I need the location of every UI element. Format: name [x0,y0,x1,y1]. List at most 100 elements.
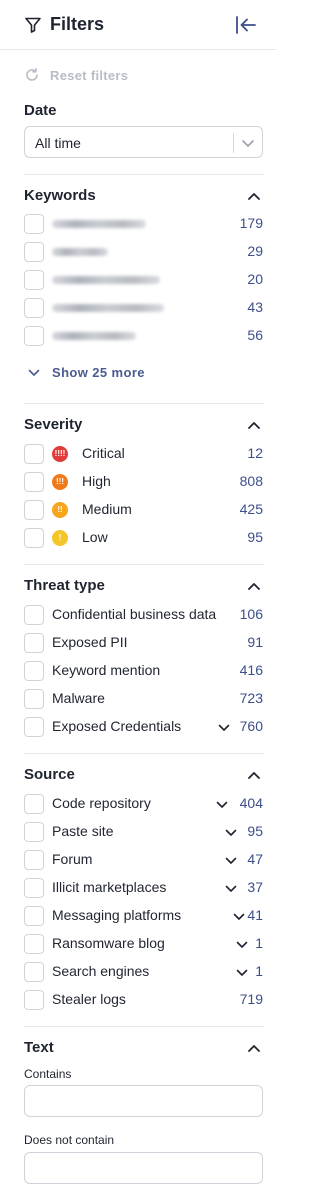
refresh-icon [26,68,38,81]
chevron-down-icon[interactable] [233,913,245,921]
does-not-contain-label: Does not contain [24,1133,115,1147]
redacted-keyword [52,304,164,312]
show-more-keywords-button[interactable]: Show 25 more [28,365,145,380]
chevron-up-icon[interactable] [247,1043,261,1053]
threat-type-row[interactable]: Malware 723 [24,688,264,710]
keyword-row[interactable]: 43 [24,297,264,319]
source-count: 1 [255,963,263,979]
source-section-title: Source [24,766,75,783]
severity-row-low[interactable]: ! Low 95 [24,527,264,549]
chevron-down-icon [242,140,254,147]
threat-type-row[interactable]: Exposed PII 91 [24,632,264,654]
checkbox[interactable] [24,605,44,625]
source-row[interactable]: Paste site 95 [24,821,264,843]
checkbox[interactable] [24,850,44,870]
checkbox[interactable] [24,717,44,737]
keyword-row[interactable]: 179 [24,213,264,235]
threat-type-row[interactable]: Exposed Credentials 760 [24,716,264,738]
critical-severity-icon: !!!! [52,446,68,462]
source-count: 37 [247,879,263,895]
checkbox[interactable] [24,444,44,464]
checkbox[interactable] [24,472,44,492]
source-label: Messaging platforms [52,907,182,923]
source-row[interactable]: Ransomware blog 1 [24,933,264,955]
filters-header: Filters [0,0,276,50]
chevron-down-icon[interactable] [225,829,237,837]
checkbox[interactable] [24,298,44,318]
checkbox[interactable] [24,794,44,814]
checkbox[interactable] [24,990,44,1010]
checkbox[interactable] [24,962,44,982]
severity-label: Medium [82,501,132,517]
redacted-keyword [52,276,160,284]
divider [24,1026,264,1027]
divider [24,174,264,175]
chevron-down-icon[interactable] [225,857,237,865]
severity-row-medium[interactable]: !! Medium 425 [24,499,264,521]
checkbox[interactable] [24,500,44,520]
severity-label: High [82,473,111,489]
checkbox[interactable] [24,270,44,290]
date-select-value: All time [35,135,81,151]
chevron-up-icon[interactable] [247,770,261,780]
chevron-down-icon [28,369,40,376]
low-severity-icon: ! [52,530,68,546]
chevron-up-icon[interactable] [247,581,261,591]
chevron-down-icon[interactable] [225,885,237,893]
chevron-up-icon[interactable] [247,420,261,430]
collapse-left-icon[interactable] [234,13,258,37]
checkbox[interactable] [24,326,44,346]
checkbox[interactable] [24,528,44,548]
checkbox[interactable] [24,878,44,898]
checkbox[interactable] [24,822,44,842]
source-row[interactable]: Code repository 404 [24,793,264,815]
divider [24,403,264,404]
checkbox[interactable] [24,906,44,926]
threat-type-count: 106 [239,606,263,622]
threat-type-label: Confidential business data [52,606,217,622]
checkbox[interactable] [24,214,44,234]
keyword-row[interactable]: 29 [24,241,264,263]
threat-type-count: 723 [239,690,263,706]
threat-type-label: Malware [52,690,105,706]
source-row[interactable]: Illicit marketplaces 37 [24,877,264,899]
source-row[interactable]: Messaging platforms 41 [24,905,264,927]
chevron-down-icon[interactable] [216,801,228,809]
source-label: Ransomware blog [52,935,165,951]
does-not-contain-input[interactable] [24,1152,263,1184]
contains-input[interactable] [24,1085,263,1117]
source-count: 95 [247,823,263,839]
contains-label: Contains [24,1067,72,1081]
source-count: 47 [247,851,263,867]
chevron-down-icon[interactable] [236,969,248,977]
chevron-up-icon[interactable] [247,191,261,201]
severity-count: 425 [239,501,263,517]
chevron-down-icon[interactable] [218,724,230,732]
checkbox[interactable] [24,689,44,709]
source-row[interactable]: Search engines 1 [24,961,264,983]
medium-severity-icon: !! [52,502,68,518]
source-count: 719 [239,991,263,1007]
checkbox[interactable] [24,242,44,262]
checkbox[interactable] [24,661,44,681]
source-row[interactable]: Forum 47 [24,849,264,871]
keyword-count: 29 [247,243,263,259]
threat-type-row[interactable]: Keyword mention 416 [24,660,264,682]
redacted-keyword [52,220,146,228]
checkbox[interactable] [24,633,44,653]
severity-count: 95 [247,529,263,545]
severity-row-critical[interactable]: !!!! Critical 12 [24,443,264,465]
divider [24,753,264,754]
checkbox[interactable] [24,934,44,954]
divider [24,564,264,565]
severity-count: 808 [239,473,263,489]
date-select[interactable]: All time [24,126,263,158]
keyword-row[interactable]: 56 [24,325,264,347]
source-row[interactable]: Stealer logs 719 [24,989,264,1011]
reset-filters-button[interactable]: Reset filters [24,66,128,84]
source-label: Code repository [52,795,151,811]
chevron-down-icon[interactable] [236,941,248,949]
threat-type-row[interactable]: Confidential business data 106 [24,604,264,626]
severity-row-high[interactable]: !!! High 808 [24,471,264,493]
keyword-row[interactable]: 20 [24,269,264,291]
